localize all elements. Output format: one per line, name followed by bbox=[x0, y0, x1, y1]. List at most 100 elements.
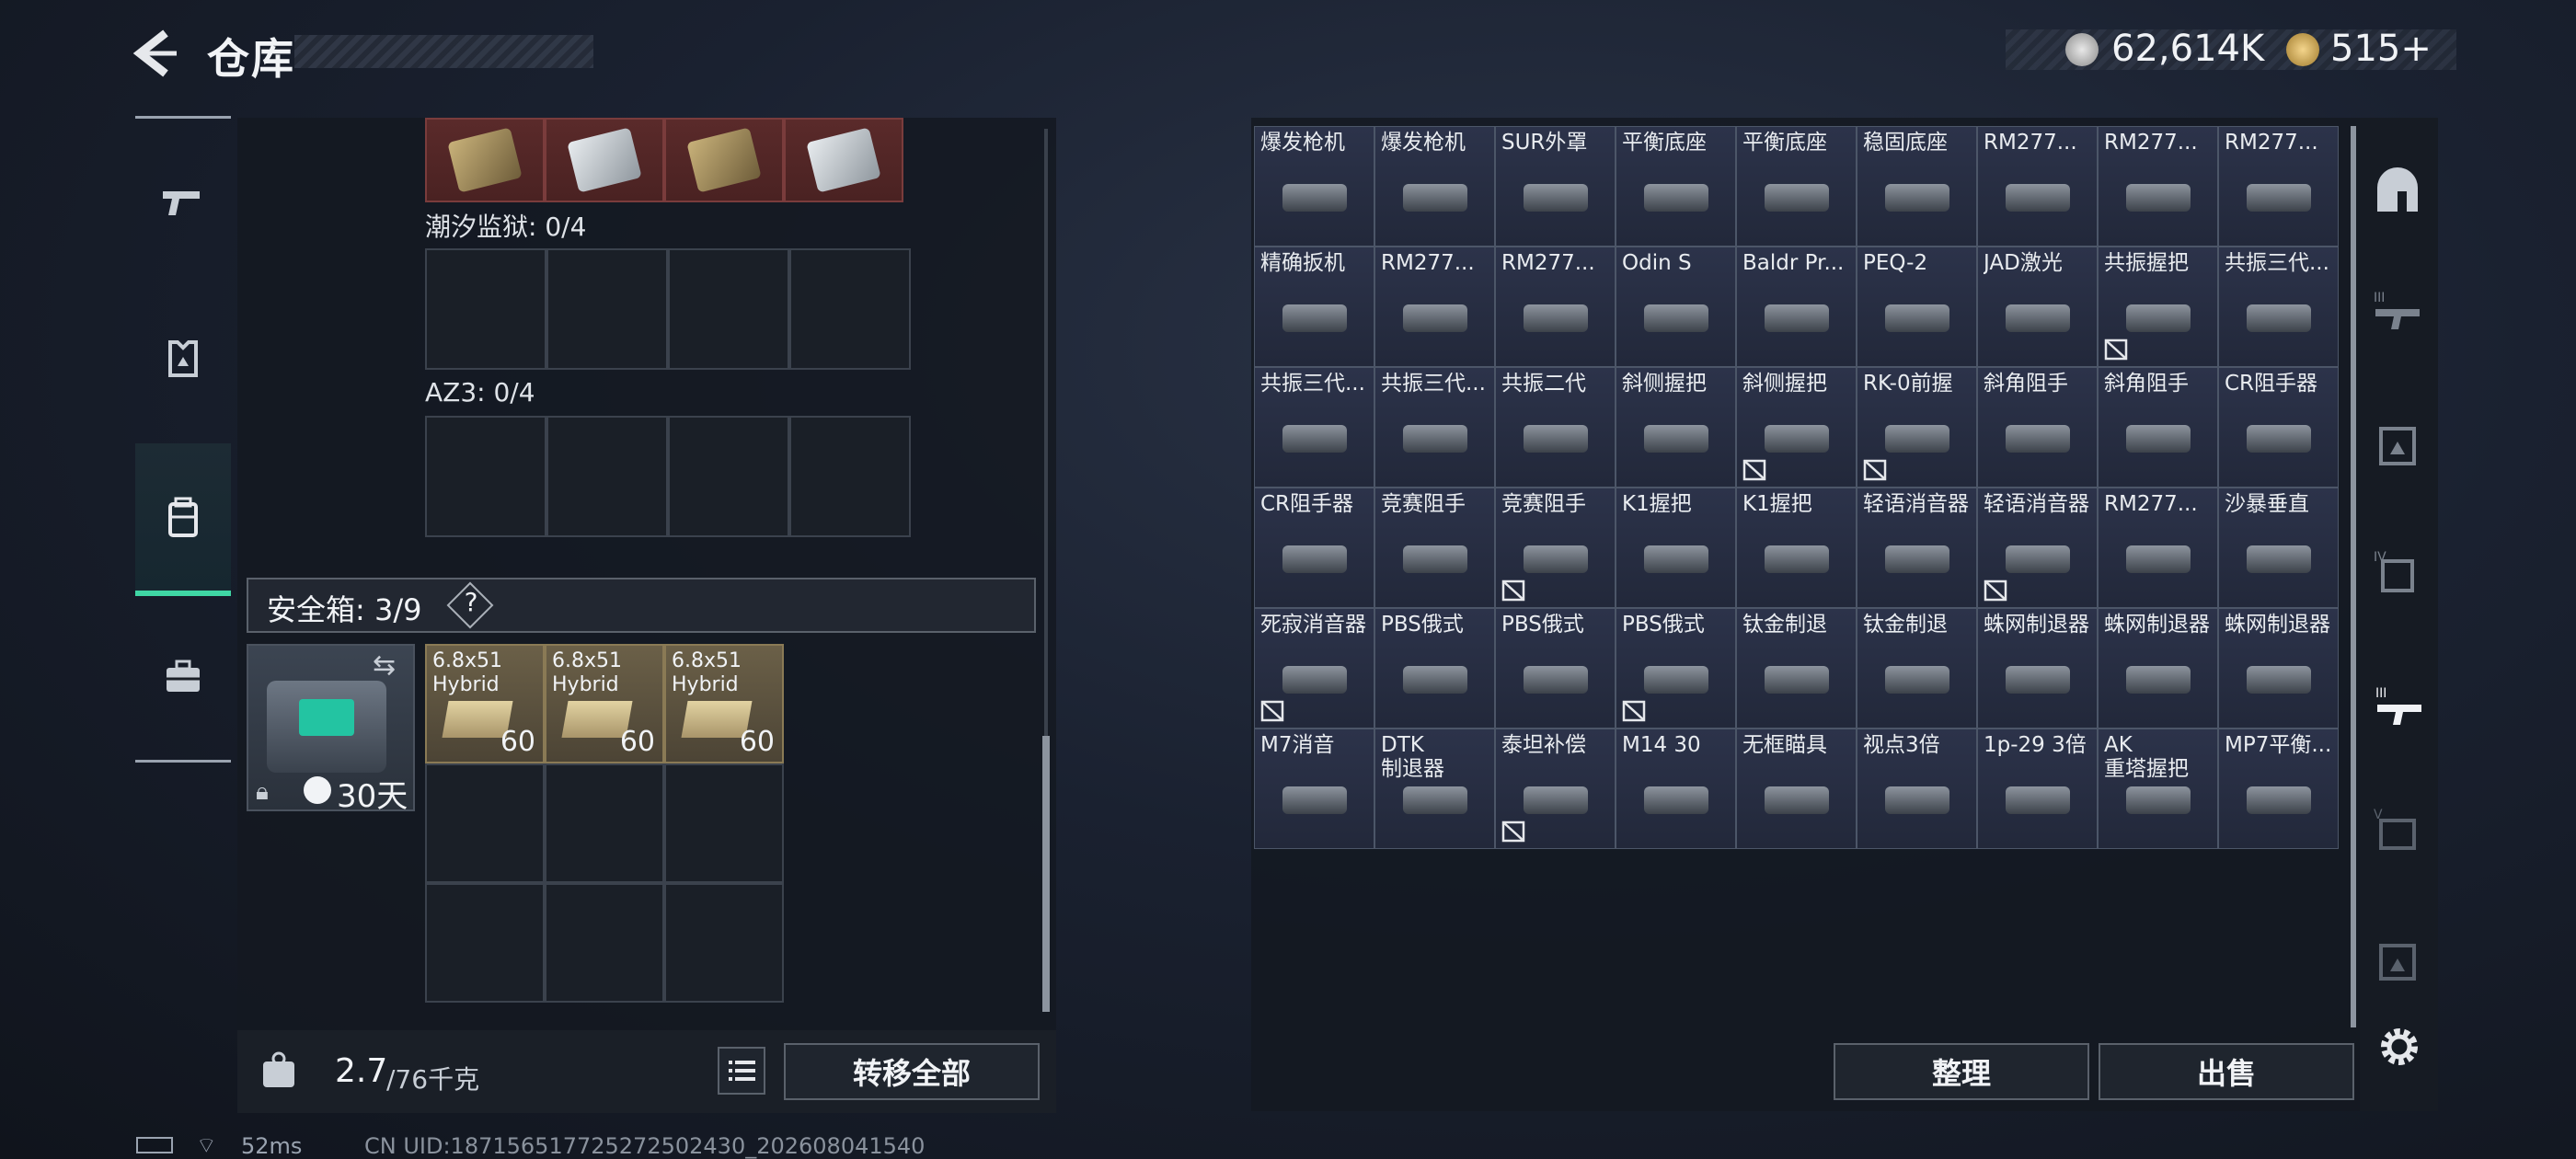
warehouse-item[interactable]: 精确扳机 bbox=[1254, 247, 1374, 367]
warehouse-item[interactable]: 平衡底座 bbox=[1616, 126, 1736, 247]
warehouse-item[interactable]: 斜角阻手 bbox=[1977, 367, 2098, 488]
warehouse-item[interactable]: 竞赛阻手 bbox=[1495, 488, 1616, 608]
warehouse-item[interactable]: 爆发枪机 bbox=[1374, 126, 1495, 247]
warehouse-item[interactable]: DTK 制退器 bbox=[1374, 729, 1495, 849]
item-slot[interactable] bbox=[425, 118, 545, 202]
warehouse-item[interactable]: 竞赛阻手 bbox=[1374, 488, 1495, 608]
item-slot[interactable] bbox=[664, 118, 784, 202]
sell-button[interactable]: 出售 bbox=[2099, 1043, 2354, 1100]
warehouse-item[interactable]: 泰坦补偿 bbox=[1495, 729, 1616, 849]
empty-slot[interactable] bbox=[789, 416, 911, 537]
list-view-button[interactable] bbox=[718, 1047, 765, 1095]
warehouse-item[interactable]: 无框瞄具 bbox=[1736, 729, 1857, 849]
warehouse-item[interactable]: JAD激光 bbox=[1977, 247, 2098, 367]
backpack-icon bbox=[168, 497, 198, 537]
gold-balance[interactable]: 515+ bbox=[2330, 28, 2432, 70]
warehouse-item[interactable]: 共振握把 bbox=[2098, 247, 2218, 367]
warehouse-item[interactable]: 钛金制退 bbox=[1857, 608, 1977, 729]
warehouse-item[interactable]: RM277... bbox=[2218, 126, 2339, 247]
warehouse-item[interactable]: 钛金制退 bbox=[1736, 608, 1857, 729]
warehouse-item[interactable]: M7消音 bbox=[1254, 729, 1374, 849]
warehouse-item[interactable]: 斜侧握把 bbox=[1736, 367, 1857, 488]
back-arrow-icon[interactable] bbox=[129, 26, 184, 81]
sort-button[interactable]: 整理 bbox=[1834, 1043, 2089, 1100]
nav-weapons[interactable] bbox=[135, 129, 231, 276]
empty-slot[interactable] bbox=[425, 416, 546, 537]
warehouse-item[interactable]: Baldr Pr... bbox=[1736, 247, 1857, 367]
warehouse-item[interactable]: RM277... bbox=[1977, 126, 2098, 247]
warehouse-item[interactable]: PBS俄式 bbox=[1495, 608, 1616, 729]
scrollbar-thumb[interactable] bbox=[1042, 736, 1050, 1012]
swap-icon[interactable]: ⇆ bbox=[373, 649, 396, 682]
warehouse-item[interactable]: CR阻手器 bbox=[1254, 488, 1374, 608]
empty-slot[interactable] bbox=[664, 763, 784, 883]
warehouse-item[interactable]: 共振三代... bbox=[1374, 367, 1495, 488]
warehouse-item[interactable]: RM277... bbox=[2098, 488, 2218, 608]
warehouse-item[interactable]: K1握把 bbox=[1736, 488, 1857, 608]
category-3[interactable]: IV bbox=[2364, 541, 2431, 607]
warehouse-item[interactable]: 轻语消音器 bbox=[1977, 488, 2098, 608]
warehouse-item[interactable]: RM277... bbox=[1374, 247, 1495, 367]
warehouse-item[interactable]: M14 30 bbox=[1616, 729, 1736, 849]
attachment-icon bbox=[1765, 425, 1829, 453]
empty-slot[interactable] bbox=[668, 416, 789, 537]
warehouse-item[interactable]: 视点3倍 bbox=[1857, 729, 1977, 849]
empty-slot[interactable] bbox=[425, 883, 545, 1003]
warehouse-item[interactable]: MP7平衡... bbox=[2218, 729, 2339, 849]
warehouse-item[interactable]: 沙暴垂直 bbox=[2218, 488, 2339, 608]
warehouse-item[interactable]: PEQ-2 bbox=[1857, 247, 1977, 367]
empty-slot[interactable] bbox=[664, 883, 784, 1003]
category-1[interactable]: III bbox=[2364, 281, 2431, 348]
warehouse-item[interactable]: 蛛网制退器 bbox=[1977, 608, 2098, 729]
warehouse-item[interactable]: Odin S bbox=[1616, 247, 1736, 367]
warehouse-item[interactable]: SUR外罩 bbox=[1495, 126, 1616, 247]
category-6[interactable] bbox=[2364, 927, 2431, 993]
warehouse-item[interactable]: RM277... bbox=[2098, 126, 2218, 247]
empty-slot[interactable] bbox=[545, 763, 664, 883]
category-all[interactable] bbox=[2364, 158, 2431, 224]
warehouse-item[interactable]: K1握把 bbox=[1616, 488, 1736, 608]
warehouse-item[interactable]: 平衡底座 bbox=[1736, 126, 1857, 247]
warehouse-item[interactable]: 1p-29 3倍 bbox=[1977, 729, 2098, 849]
nav-armor[interactable] bbox=[135, 285, 231, 432]
warehouse-item[interactable]: 稳固底座 bbox=[1857, 126, 1977, 247]
empty-slot[interactable] bbox=[546, 248, 668, 370]
warehouse-item[interactable]: 共振二代 bbox=[1495, 367, 1616, 488]
warehouse-item[interactable]: 斜侧握把 bbox=[1616, 367, 1736, 488]
empty-slot[interactable] bbox=[425, 248, 546, 370]
empty-slot[interactable] bbox=[545, 883, 664, 1003]
nav-case[interactable] bbox=[135, 603, 231, 751]
category-2[interactable] bbox=[2364, 412, 2431, 478]
warehouse-item[interactable]: RK-0前握 bbox=[1857, 367, 1977, 488]
item-slot[interactable] bbox=[545, 118, 664, 202]
warehouse-item[interactable]: PBS俄式 bbox=[1616, 608, 1736, 729]
warehouse-item[interactable]: 蛛网制退器 bbox=[2098, 608, 2218, 729]
warehouse-item[interactable]: 共振三代... bbox=[1254, 367, 1374, 488]
empty-slot[interactable] bbox=[425, 763, 545, 883]
category-attachments[interactable]: III bbox=[2360, 662, 2438, 754]
warehouse-item[interactable]: AK 重塔握把 bbox=[2098, 729, 2218, 849]
warehouse-item[interactable]: 轻语消音器 bbox=[1857, 488, 1977, 608]
warehouse-item[interactable]: 斜角阻手 bbox=[2098, 367, 2218, 488]
item-label: 竞赛阻手 bbox=[1381, 492, 1466, 516]
item-slot[interactable] bbox=[784, 118, 903, 202]
warehouse-item[interactable]: CR阻手器 bbox=[2218, 367, 2339, 488]
ammo-item[interactable]: 6.8x51 Hybrid 60 bbox=[664, 644, 784, 763]
warehouse-item[interactable]: PBS俄式 bbox=[1374, 608, 1495, 729]
warehouse-item[interactable]: 蛛网制退器 bbox=[2218, 608, 2339, 729]
empty-slot[interactable] bbox=[668, 248, 789, 370]
warehouse-item[interactable]: 死寂消音器 bbox=[1254, 608, 1374, 729]
gear-icon[interactable] bbox=[2374, 1021, 2425, 1073]
empty-slot[interactable] bbox=[789, 248, 911, 370]
warehouse-item[interactable]: 爆发枪机 bbox=[1254, 126, 1374, 247]
ammo-item[interactable]: 6.8x51 Hybrid 60 bbox=[425, 644, 545, 763]
empty-slot[interactable] bbox=[546, 416, 668, 537]
transfer-all-button[interactable]: 转移全部 bbox=[784, 1043, 1040, 1100]
nav-backpack[interactable] bbox=[135, 443, 231, 596]
warehouse-item[interactable]: 共振三代... bbox=[2218, 247, 2339, 367]
warehouse-scrollbar[interactable] bbox=[2351, 126, 2356, 1027]
warehouse-item[interactable]: RM277... bbox=[1495, 247, 1616, 367]
category-5[interactable]: V bbox=[2364, 798, 2431, 865]
ammo-item[interactable]: 6.8x51 Hybrid 60 bbox=[545, 644, 664, 763]
item-label: 共振握把 bbox=[2104, 251, 2189, 275]
